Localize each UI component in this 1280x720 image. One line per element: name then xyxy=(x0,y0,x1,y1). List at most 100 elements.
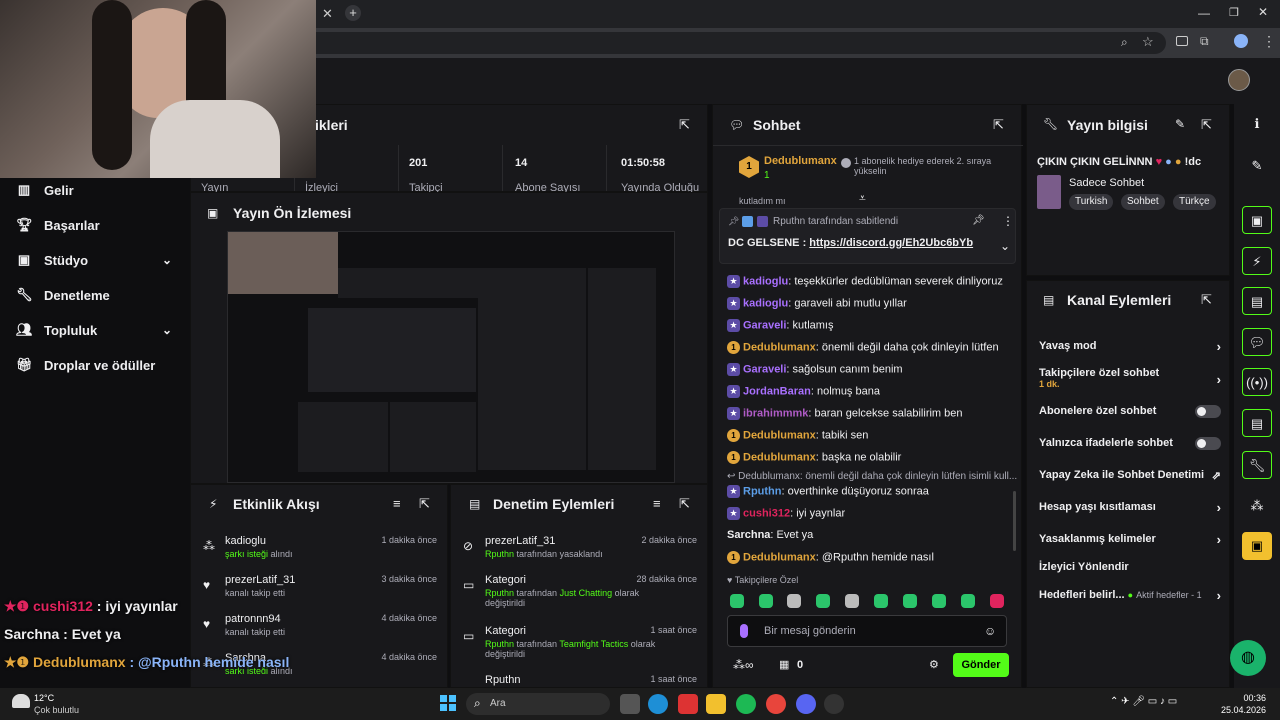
pinned-message[interactable]: 📌︎ Rputhn tarafından sabitlendi 📌︎ ⋮ DC … xyxy=(719,208,1016,264)
sidebar-item-studyo[interactable]: ▣ Stüdyo ⌄ xyxy=(16,252,176,268)
spotify-icon[interactable] xyxy=(736,694,756,714)
popout-icon[interactable]: ⇱ xyxy=(1201,117,1212,133)
unpin-icon[interactable]: 📌︎ xyxy=(972,215,985,226)
community-icon[interactable]: ⁂ xyxy=(1242,492,1272,520)
tag-chip[interactable]: Türkçe xyxy=(1173,194,1216,210)
mod-action-item[interactable]: Rputhn 1 saat önce xyxy=(463,674,697,687)
cast-icon[interactable] xyxy=(1176,36,1188,46)
emote-icon[interactable] xyxy=(816,594,830,608)
filter-icon[interactable]: ≡ xyxy=(653,496,661,511)
popout-icon[interactable]: ⇱ xyxy=(1201,292,1212,308)
category-thumbnail[interactable] xyxy=(1037,175,1061,209)
chat-username[interactable]: Garaveli xyxy=(743,363,786,375)
chat-username[interactable]: Sarchna xyxy=(727,529,770,541)
chat-input[interactable]: Bir mesaj gönderin ☺ xyxy=(727,615,1007,647)
emote-only-row[interactable]: Yalnızca ifadelerle sohbet xyxy=(1039,437,1221,453)
slow-mode-row[interactable]: Yavaş mod › xyxy=(1039,339,1221,356)
sidebar-item-basarilar[interactable]: 🏆︎ Başarılar xyxy=(16,217,100,233)
chat-message[interactable]: ★ Garaveli: sağolsun canım benim xyxy=(727,363,903,376)
tag-chip[interactable]: Turkish xyxy=(1069,194,1114,210)
bolt-icon[interactable]: ⚡︎ xyxy=(1242,247,1272,275)
extensions-icon[interactable]: ⧉ xyxy=(1200,34,1209,49)
clip-icon[interactable]: ▣ xyxy=(1242,206,1272,234)
emote-icon[interactable] xyxy=(759,594,773,608)
chrome-icon[interactable] xyxy=(766,694,786,714)
edit-icon[interactable]: ✎ xyxy=(1242,152,1272,180)
mod-action-item[interactable]: ▭ Kategori Rputhn tarafından Teamfight T… xyxy=(463,625,697,673)
emote-icon[interactable] xyxy=(932,594,946,608)
chat-username[interactable]: cushi312 xyxy=(743,507,790,519)
chat-username[interactable]: JordanBaran xyxy=(743,385,811,397)
raid-row[interactable]: İzleyici Yönlendir xyxy=(1039,561,1221,577)
emote-icon[interactable] xyxy=(990,594,1004,608)
close-tab-icon[interactable]: ✕ xyxy=(322,6,336,21)
send-button[interactable]: Gönder xyxy=(953,653,1009,677)
app-icon[interactable] xyxy=(678,694,698,714)
clock-time[interactable]: 00:36 xyxy=(1226,693,1266,703)
task-view-icon[interactable] xyxy=(620,694,640,714)
maximize-icon[interactable]: ❐ xyxy=(1229,6,1239,19)
chat-message[interactable]: ★ kadioglu: teşekkürler dedüblüman severe… xyxy=(727,275,1003,288)
activity-item[interactable]: ♥ patronnn94 kanalı takip etti 4 dakika … xyxy=(203,613,437,649)
chat-username[interactable]: Dedublumanx xyxy=(743,551,816,563)
collapse-icon[interactable]: ⩡ xyxy=(859,191,866,206)
chat-scrollbar[interactable] xyxy=(1013,491,1016,551)
more-icon[interactable]: ⋮ xyxy=(1002,214,1014,228)
sub-only-toggle[interactable] xyxy=(1195,405,1221,418)
chat-settings-icon[interactable]: ⚙ xyxy=(929,658,939,671)
document-icon[interactable]: ▤ xyxy=(1242,287,1272,315)
edit-icon[interactable]: ✎ xyxy=(1175,117,1185,131)
activity-item[interactable]: ♥ prezerLatif_31 kanalı takip etti 3 dak… xyxy=(203,574,437,610)
chat-username[interactable]: Rputhn xyxy=(743,485,781,497)
chat-message[interactable]: 1 Dedublumanx: önemli değil daha çok dinl… xyxy=(727,341,999,354)
followers-only-row[interactable]: Takipçilere özel sohbet 1 dk. › xyxy=(1039,367,1221,397)
chevron-down-icon[interactable]: ⌄ xyxy=(1000,239,1010,253)
chat-message[interactable]: 1 Dedublumanx: @Rputhn hemide nasıl xyxy=(727,551,934,564)
tray-icons[interactable]: ⌃ ✈ 🎤︎ ▭ ♪ ▭ xyxy=(1110,696,1177,707)
chat-username[interactable]: kadioglu xyxy=(743,297,788,309)
chat-message[interactable]: Sarchna: Evet ya xyxy=(727,529,813,541)
sidebar-item-gelir[interactable]: ▥ Gelir xyxy=(16,182,74,198)
chat-username[interactable]: kadioglu xyxy=(743,275,788,287)
emote-icon[interactable] xyxy=(787,594,801,608)
weather-desc[interactable]: Çok bulutlu xyxy=(34,705,79,715)
emote-icon[interactable] xyxy=(730,594,744,608)
edge-icon[interactable] xyxy=(648,694,668,714)
chat-username[interactable]: Dedublumanx xyxy=(743,341,816,353)
emoji-icon[interactable]: ☺ xyxy=(984,624,996,638)
wrench-icon[interactable]: 🔧︎ xyxy=(1242,451,1272,479)
pinned-link[interactable]: https://discord.gg/Eh2Ubc6bYb xyxy=(809,237,973,249)
menu-dots-icon[interactable]: ⋮ xyxy=(1262,33,1276,50)
windows-start-icon[interactable] xyxy=(440,695,456,711)
filter-icon[interactable]: ≡ xyxy=(393,496,401,511)
app-icon-2[interactable] xyxy=(824,694,844,714)
settings-cluster-icon[interactable]: ⁂∞ xyxy=(733,658,754,672)
chat-message[interactable]: ★ Rputhn: overthinke düşüyoruz sonraa xyxy=(727,485,929,498)
minimize-icon[interactable]: — xyxy=(1198,6,1210,20)
chat-username[interactable]: Dedublumanx xyxy=(743,429,816,441)
list-icon[interactable]: ▤ xyxy=(1242,409,1272,437)
chat-message[interactable]: ★ ibrahimmmk: baran gelcekse salabilirim … xyxy=(727,407,963,420)
close-window-icon[interactable]: ✕ xyxy=(1258,5,1268,19)
profile-avatar[interactable] xyxy=(1234,34,1248,48)
chat-message[interactable]: ★ Garaveli: kutlamış xyxy=(727,319,834,332)
new-tab-button[interactable]: + xyxy=(345,5,361,21)
goals-row[interactable]: Hedefleri belirl... ● Aktif hedefler - 1… xyxy=(1039,588,1221,605)
tag-chip[interactable]: Sohbet xyxy=(1121,194,1165,210)
emote-icon[interactable] xyxy=(903,594,917,608)
weather-temp[interactable]: 12°C xyxy=(34,693,54,703)
zoom-icon[interactable]: ⌕ xyxy=(1121,35,1128,50)
broadcast-icon[interactable]: ((•)) xyxy=(1242,368,1272,396)
popout-icon[interactable]: ⇱ xyxy=(419,496,430,512)
activity-item[interactable]: ⁂ kadioglu şarkı isteği alındı 1 dakika … xyxy=(203,535,437,571)
emote-icon[interactable] xyxy=(874,594,888,608)
sidebar-item-droplar[interactable]: 🎁︎ Droplar ve ödüller xyxy=(16,357,155,373)
taskbar-search[interactable]: ⌕ Ara xyxy=(466,693,610,715)
chat-message[interactable]: ★ JordanBaran: nolmuş bana xyxy=(727,385,880,398)
hype-leaderboard[interactable]: 1 Dedublumanx 1 1 abonelik hediye ederek… xyxy=(713,145,1023,193)
mic-icon[interactable] xyxy=(740,624,748,638)
headset-icon[interactable]: ◍ xyxy=(1230,640,1266,676)
emote-icon[interactable] xyxy=(845,594,859,608)
sidebar-item-denetleme[interactable]: 🔧︎ Denetleme xyxy=(16,287,110,303)
emote-only-toggle[interactable] xyxy=(1195,437,1221,450)
